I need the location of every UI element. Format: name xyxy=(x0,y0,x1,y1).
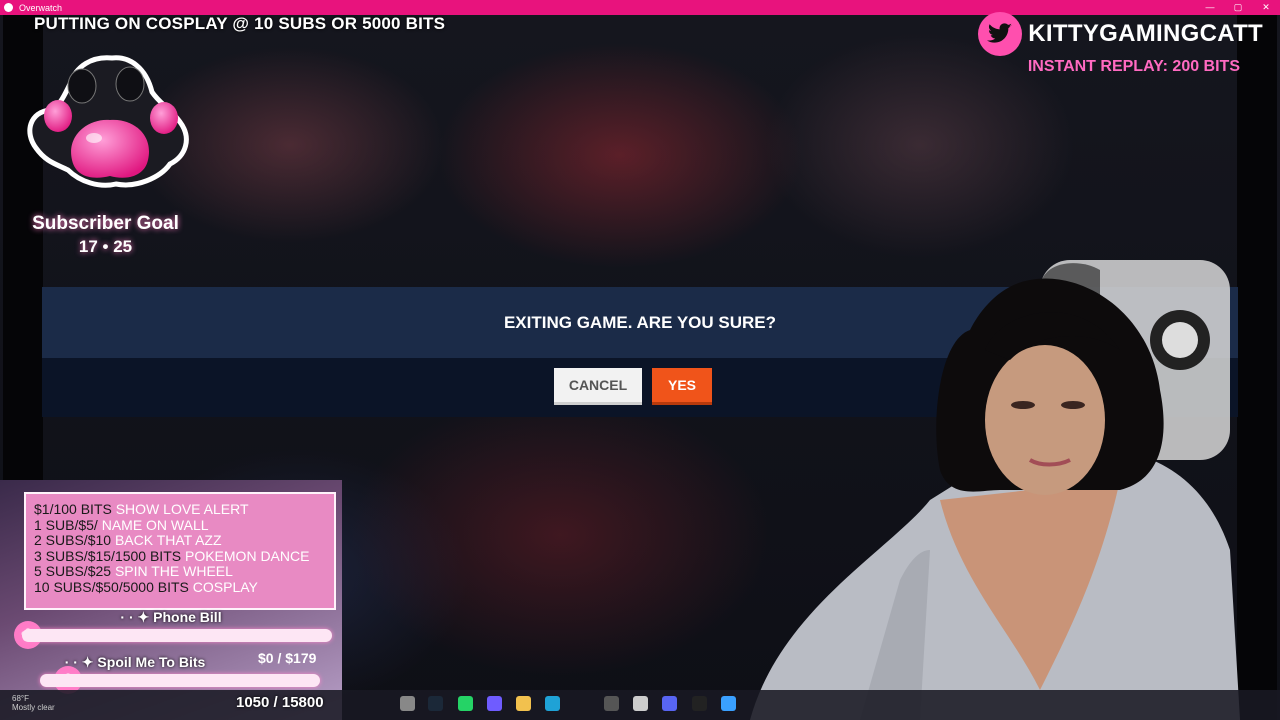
edge-icon[interactable] xyxy=(545,696,560,711)
cancel-button[interactable]: CANCEL xyxy=(554,368,642,402)
donation-price: 1 SUB/$5/ xyxy=(34,516,102,533)
phone-bill-label: · · ✦ Phone Bill xyxy=(120,609,222,625)
bits-counter: 1050 / 15800 xyxy=(236,694,324,711)
subscriber-goal-title: Subscriber Goal xyxy=(32,213,179,234)
twitter-handle-block: KITTYGAMINGCATT xyxy=(978,12,1263,56)
donation-price: 5 SUBS/$25 xyxy=(34,563,115,580)
donation-menu-row: 3 SUBS/$15/1500 BITS POKEMON DANCE xyxy=(34,547,310,565)
instant-replay-note: INSTANT REPLAY: 200 BITS xyxy=(1027,58,1240,75)
donation-action: BACK THAT AZZ xyxy=(114,532,222,549)
donation-action: SHOW LOVE ALERT xyxy=(115,501,249,517)
donation-menu-row: 10 SUBS/$50/5000 BITS COSPLAY xyxy=(34,578,309,596)
epic-games-icon[interactable] xyxy=(692,696,707,711)
donation-action: NAME ON WALL xyxy=(101,516,209,533)
spoil-me-label: · · ✦ Spoil Me To Bits xyxy=(64,654,206,670)
spoil-me-progress-bar xyxy=(40,674,320,687)
paw-icon xyxy=(27,55,189,188)
donation-menu-row: 2 SUBS/$10 BACK THAT AZZ xyxy=(34,532,309,549)
spoil-me-amount: $0 / $179 xyxy=(258,650,317,666)
donation-action: COSPLAY xyxy=(192,578,258,595)
game-letterbox-right xyxy=(1237,15,1277,720)
donation-menu-row: 5 SUBS/$25 SPIN THE WHEEL xyxy=(34,564,309,580)
twitter-bird-icon xyxy=(978,12,1023,56)
donation-action: SPIN THE WHEEL xyxy=(114,563,233,580)
cosplay-banner: PUTTING ON COSPLAY @ 10 SUBS OR 5000 BIT… xyxy=(34,14,446,33)
unity-icon[interactable] xyxy=(633,696,648,711)
donation-price: 2 SUBS/$10 xyxy=(34,532,115,549)
file-explorer-icon[interactable] xyxy=(400,696,415,711)
weather-widget[interactable]: 68°F Mostly clear xyxy=(12,694,55,712)
subscriber-goal-value: 17 • 25 xyxy=(78,237,133,256)
donation-menu: $1/100 BITS SHOW LOVE ALERT 1 SUB/$5/ NAM… xyxy=(24,492,336,610)
phone-bill-progress-bar xyxy=(22,629,332,642)
overwatch-logo-icon xyxy=(4,3,13,12)
app-icon[interactable] xyxy=(721,696,736,711)
twitter-handle: KITTYGAMINGCATT xyxy=(1028,20,1263,47)
whatsapp-icon[interactable] xyxy=(458,696,473,711)
donation-menu-row: $1/100 BITS SHOW LOVE ALERT xyxy=(34,501,309,518)
discord-icon[interactable] xyxy=(662,696,677,711)
steam-icon[interactable] xyxy=(428,696,443,711)
folder-icon[interactable] xyxy=(516,696,531,711)
obs-icon[interactable] xyxy=(604,696,619,711)
weather-desc: Mostly clear xyxy=(12,703,55,712)
copilot-icon[interactable] xyxy=(487,696,502,711)
window-title: Overwatch xyxy=(19,2,63,13)
donation-price: $1/100 BITS xyxy=(34,501,116,517)
subscriber-goal: Subscriber Goal 17 • 25 xyxy=(18,213,193,257)
donation-panel: $1/100 BITS SHOW LOVE ALERT 1 SUB/$5/ NAM… xyxy=(0,480,342,720)
weather-temp: 68°F xyxy=(12,694,29,703)
donation-action: POKEMON DANCE xyxy=(184,547,310,564)
webcam-feed xyxy=(750,260,1240,720)
donation-price: 10 SUBS/$50/5000 BITS xyxy=(34,578,193,595)
donation-price: 3 SUBS/$15/1500 BITS xyxy=(34,547,185,564)
donation-menu-row: 1 SUB/$5/ NAME ON WALL xyxy=(34,516,309,534)
yes-button[interactable]: YES xyxy=(652,368,712,402)
